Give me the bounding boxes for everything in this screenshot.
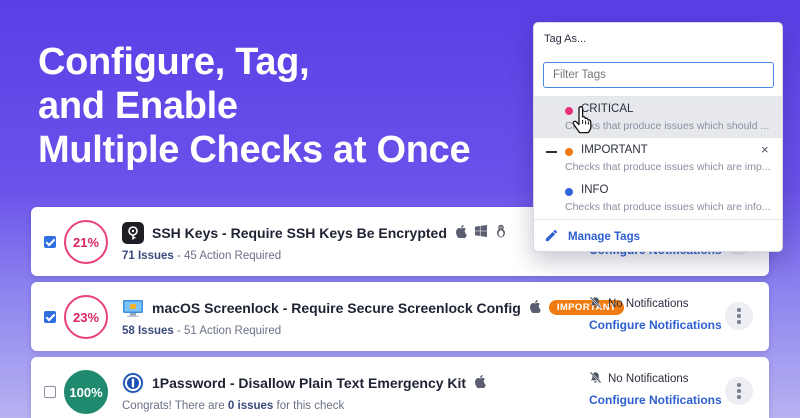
check-title-text[interactable]: 1Password - Disallow Plain Text Emergenc… <box>152 375 466 391</box>
more-options-button[interactable] <box>725 377 753 405</box>
tag-description: Checks that produce issues which should … <box>565 120 770 132</box>
hand-cursor-icon <box>571 106 595 139</box>
check-title-text[interactable]: macOS Screenlock - Require Secure Screen… <box>152 300 521 316</box>
check-row-macos-screenlock[interactable]: 23% macOS Screenlock - Require Secure Sc… <box>31 282 769 351</box>
headline: Configure, Tag, and Enable Multiple Chec… <box>38 40 471 172</box>
congrats-text-post: for this check <box>273 400 345 412</box>
issue-summary: 71 Issues - 45 Action Required <box>122 250 281 262</box>
more-options-button[interactable] <box>725 302 753 330</box>
check-title[interactable]: SSH Keys - Require SSH Keys Be Encrypted <box>152 224 507 241</box>
apple-icon <box>529 299 541 316</box>
info-color-dot <box>565 188 573 196</box>
notification-text: No Notifications <box>608 373 689 385</box>
tag-description: Checks that produce issues which are imp… <box>565 161 771 173</box>
tag-option-important[interactable]: IMPORTANT × Checks that produce issues w… <box>534 138 782 178</box>
tag-option-info[interactable]: INFO Checks that produce issues which ar… <box>534 178 782 218</box>
tag-name: INFO <box>581 184 609 196</box>
issue-summary: Congrats! There are 0 issues for this ch… <box>122 400 344 412</box>
tag-description: Checks that produce issues which are inf… <box>565 201 771 213</box>
issue-count[interactable]: 71 Issues <box>122 250 174 262</box>
pass-rate-badge: 23% <box>64 295 108 339</box>
filter-tags-input[interactable] <box>543 62 774 88</box>
hero-banner: Configure, Tag, and Enable Multiple Chec… <box>0 0 800 418</box>
check-title[interactable]: 1Password - Disallow Plain Text Emergenc… <box>152 374 486 391</box>
congrats-text-pre: Congrats! There are <box>122 400 228 412</box>
row-checkbox[interactable] <box>44 311 56 323</box>
notification-status: No Notifications <box>589 296 689 312</box>
manage-tags-button[interactable]: Manage Tags <box>544 228 640 246</box>
important-color-dot <box>565 148 573 156</box>
check-row-1password[interactable]: 100% 1Password - Disallow Plain Text Eme… <box>31 357 769 418</box>
manage-tags-label[interactable]: Manage Tags <box>568 231 640 243</box>
dropdown-header: Tag As... <box>544 33 587 45</box>
notification-status: No Notifications <box>589 371 689 387</box>
1password-icon <box>122 372 144 394</box>
headline-line-3: Multiple Checks at Once <box>38 129 471 171</box>
bell-off-icon <box>589 371 602 387</box>
remove-tag-icon[interactable]: × <box>761 142 769 157</box>
configure-notifications-link[interactable]: Configure Notifications <box>589 393 722 407</box>
row-checkbox[interactable] <box>44 386 56 398</box>
issue-summary: 58 Issues - 51 Action Required <box>122 325 281 337</box>
divider <box>534 219 782 220</box>
issue-count[interactable]: 58 Issues <box>122 325 174 337</box>
zero-issues: 0 issues <box>227 400 274 412</box>
windows-icon <box>474 225 487 240</box>
applied-indicator <box>546 151 557 153</box>
tag-name: IMPORTANT <box>581 144 648 156</box>
macos-screenlock-icon <box>122 297 144 319</box>
row-checkbox[interactable] <box>44 236 56 248</box>
configure-notifications-link[interactable]: Configure Notifications <box>589 318 722 332</box>
check-title[interactable]: macOS Screenlock - Require Secure Screen… <box>152 299 625 316</box>
headline-line-1: Configure, Tag, <box>38 41 310 83</box>
notification-text: No Notifications <box>608 298 689 310</box>
ssh-key-icon <box>122 222 144 244</box>
bell-off-icon <box>589 296 602 312</box>
pencil-icon <box>544 228 559 246</box>
pass-rate-badge: 100% <box>64 370 108 414</box>
headline-line-2: and Enable <box>38 85 238 127</box>
linux-icon <box>495 224 507 241</box>
action-required: - 45 Action Required <box>177 250 282 262</box>
apple-icon <box>455 224 467 241</box>
apple-icon <box>474 374 486 391</box>
action-required: - 51 Action Required <box>177 325 282 337</box>
pass-rate-badge: 21% <box>64 220 108 264</box>
check-title-text[interactable]: SSH Keys - Require SSH Keys Be Encrypted <box>152 225 447 241</box>
